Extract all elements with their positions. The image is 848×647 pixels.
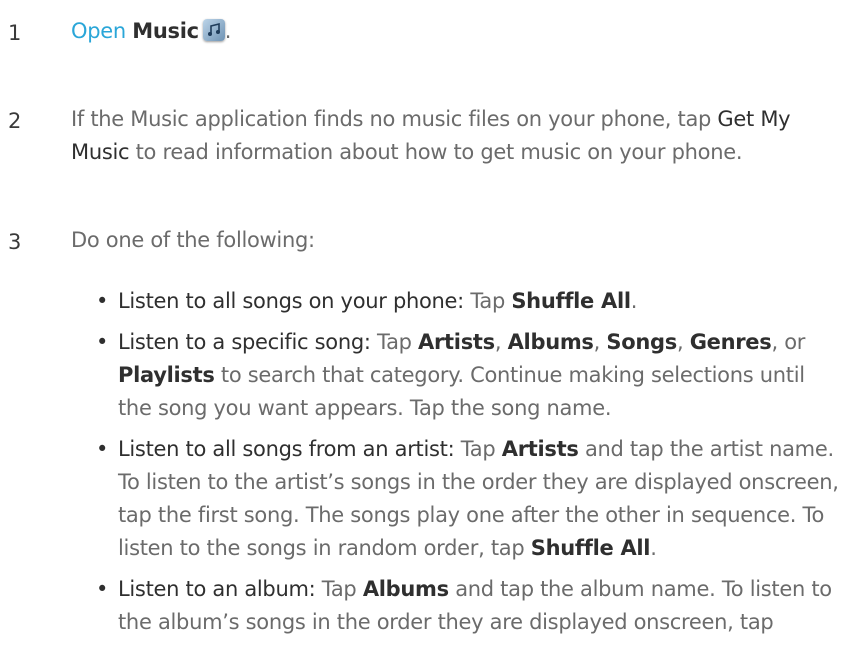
option-list: Listen to all songs on your phone: Tap S…	[96, 285, 840, 647]
list-item: Listen to all songs on your phone: Tap S…	[96, 285, 840, 318]
step-number: 1	[8, 21, 22, 45]
step-number: 2	[8, 109, 22, 133]
music-app-icon	[202, 19, 225, 41]
open-link[interactable]: Open	[71, 19, 126, 43]
step-number: 3	[8, 230, 22, 254]
step-text: Do one of the following:	[71, 228, 315, 252]
list-item: Listen to all songs from an artist: Tap …	[96, 433, 840, 565]
list-item: Listen to a specific song: Tap Artists, …	[96, 326, 840, 425]
step-text: Open Music.	[71, 15, 844, 48]
period: .	[224, 19, 232, 43]
step-text: If the Music application finds no music …	[71, 107, 791, 164]
list-item: Listen to an album: Tap Albums and tap t…	[96, 573, 840, 639]
app-name: Music	[132, 19, 199, 43]
instruction-page: 1 Open Music. 2 If the Music application…	[0, 0, 848, 634]
